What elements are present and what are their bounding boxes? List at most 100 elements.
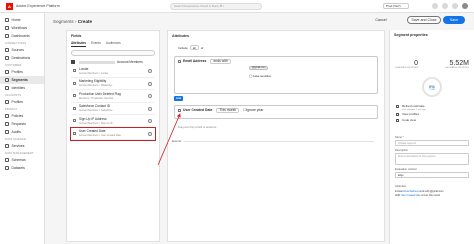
sandbox-select[interactable]: Prod (VA7) [383,3,409,9]
breadcrumb-segments[interactable]: Segments [53,19,74,24]
bell-icon[interactable] [452,3,458,9]
field-title: User Created Date [79,129,106,134]
sidebar-item-destinations[interactable]: Destinations [0,54,44,62]
include-select[interactable]: all [189,45,199,50]
info-icon[interactable] [148,119,152,123]
code-icon [396,118,399,122]
cancel-button[interactable]: Cancel [371,16,391,24]
fields-panel: Fields Attributes Events Audiences Accou… [66,30,160,242]
condition-email[interactable]: Email Address ends with @gmail.com ◯ Cas… [174,56,378,94]
operator-select[interactable]: ends with [210,58,231,64]
summary-email-link[interactable]: Email Address [403,190,418,193]
account-profiles-icon [5,100,9,104]
field-item-production-user-deleted[interactable]: Production User Deleted Flag Members > P… [71,90,155,103]
app-title[interactable]: Adobe Experience Platform [16,4,60,8]
services-icon [5,144,9,148]
audits-icon [5,130,9,134]
description-input[interactable]: Enter a description for this segment [395,153,469,165]
field-item-marketing-eligibility[interactable]: Marketing Eligibility Account Members > … [71,78,155,90]
info-icon[interactable] [148,94,152,98]
properties-title: Segment properties [394,33,428,37]
qualified-value: 0 [414,60,418,67]
field-item-locale[interactable]: Locale Account Members > Locale [71,65,155,78]
sidebar-item-label: Segments [11,78,28,82]
save-and-close-button[interactable]: Save and Close [407,16,441,24]
condition-user-created-date[interactable]: User Created Date This month ☐ Ignore ye… [174,105,378,119]
info-icon[interactable] [148,131,152,136]
tab-audiences[interactable]: Audiences [106,41,121,47]
tab-attributes[interactable]: Attributes [71,41,87,47]
field-type-icon [178,59,181,63]
condition-field: User Created Date [183,108,213,112]
estimate-donut: 0% TOTAL [422,77,442,97]
and-operator[interactable]: And [174,96,183,101]
breadcrumb: Segments › Create [53,19,92,24]
field-title: Salesforce Contact ID [79,104,111,109]
fields-search-input[interactable] [71,50,155,56]
info-icon[interactable] [148,81,152,86]
identities-icon [5,86,9,90]
include-row: Include all of [168,41,384,54]
sidebar-item-sources[interactable]: Sources [0,46,44,54]
fields-tabs: Attributes Events Audiences [67,41,159,47]
field-item-salesforce-contact-id[interactable]: Salesforce Contact ID Account Members > … [71,103,155,115]
field-type-icon [178,108,181,112]
sources-icon [5,48,9,52]
back-icon[interactable] [71,60,75,64]
sidebar-item-home[interactable]: Home [0,16,44,24]
events-divider [184,141,374,142]
sidebar-item-label: Requests [11,122,26,126]
sidebar-item-label: Datasets [11,166,25,170]
field-item-sign-up-ip[interactable]: Sign Up IP Address Account Members > Sig… [71,115,155,128]
case-sensitive-label: Case sensitive [252,73,272,78]
field-item-user-created-date[interactable]: User Created Date Account Members > User… [70,126,156,141]
field-text: Locale Account Members > Locale [79,67,108,75]
attributes-summary: Include Email Address ends with @gmail.c… [390,189,474,198]
sidebar-item-account-profiles[interactable]: Profiles [0,98,44,106]
estimated-value: 5.52M [449,60,469,67]
sidebar-item-label: Destinations [11,56,31,60]
field-type-icon [73,119,76,123]
view-profiles-label: View profiles [402,112,419,116]
dashboards-icon [5,34,9,38]
profiles-icon [5,70,9,74]
sidebar-item-schemas[interactable]: Schemas [0,156,44,164]
tab-events[interactable]: Events [91,41,101,47]
sidebar-item-segments[interactable]: Segments [0,76,44,84]
sidebar-item-profiles[interactable]: Profiles [0,68,44,76]
sidebar-item-services[interactable]: Services [0,142,44,150]
field-type-icon [73,131,76,135]
sidebar-item-label: Home [11,18,21,22]
home-icon [5,18,9,22]
field-title: Production User Deleted Flag [79,91,121,96]
estimated-profiles: 5.52M ESTIMATED PROFILES [445,60,469,69]
global-search-input[interactable]: Search Experience Cloud & Docs ⌘ / [170,2,262,10]
code-view-link[interactable]: Code view [390,117,474,123]
value-tag[interactable]: @gmail.com [249,65,269,70]
field-group-title: Account Members [117,60,143,64]
field-text: Salesforce Contact ID Account Members > … [79,104,114,112]
info-icon[interactable] [148,69,152,73]
apps-icon[interactable] [432,3,438,9]
name-placeholder: Untitled segment [398,141,416,145]
adobe-logo[interactable]: A [6,2,13,10]
evaluation-method-select[interactable]: Edge [395,172,469,178]
summary-date-link[interactable]: User Created Date [401,194,421,197]
sidebar-item-policies[interactable]: Policies [0,112,44,120]
field-text: Marketing Eligibility Account Members > … [79,79,113,87]
sidebar-item-label: Dashboards [11,34,30,38]
estimated-label: ESTIMATED PROFILES [445,67,469,69]
help-icon[interactable] [442,3,448,9]
sidebar-item-dashboards[interactable]: Dashboards [0,32,44,40]
user-avatar-icon[interactable] [462,3,468,9]
date-operator-select[interactable]: This month [216,107,240,113]
info-icon[interactable] [148,106,152,111]
sidebar-item-datasets[interactable]: Datasets [0,164,44,172]
save-button[interactable]: Save [443,16,465,24]
sidebar-item-workflows[interactable]: Workflows [0,24,44,32]
sidebar-item-label: Sources [11,48,24,52]
sidebar-item-requests[interactable]: Requests [0,120,44,128]
sidebar-item-identities[interactable]: Identities [0,84,44,92]
field-title: Sign Up IP Address [79,116,107,121]
sidebar-item-audits[interactable]: Audits [0,128,44,136]
